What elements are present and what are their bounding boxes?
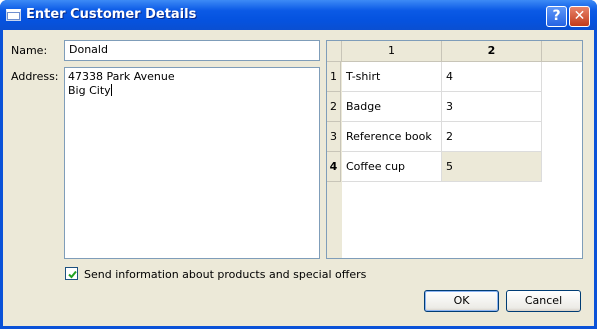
cell-item[interactable]: T-shirt [342,62,442,92]
row-header-3[interactable]: 3 [327,122,341,152]
order-table[interactable]: 1 2 1 T-shirt 4 2 Badge 3 3 Reference bo… [326,40,583,259]
cancel-button[interactable]: Cancel [506,290,581,312]
cell-qty[interactable]: 3 [442,92,542,122]
row-header-4[interactable]: 4 [327,152,341,182]
title-bar[interactable]: Enter Customer Details ? ✕ [0,0,597,30]
close-button[interactable]: ✕ [569,6,590,27]
cell-item[interactable]: Badge [342,92,442,122]
corner-button[interactable] [327,41,342,62]
checkmark-icon [68,270,77,279]
column-header-2[interactable]: 2 [442,41,542,62]
ok-button[interactable]: OK [424,290,499,312]
row-header-2[interactable]: 2 [327,92,341,122]
column-header-filler [542,41,582,62]
window-icon [6,9,21,21]
column-header-1[interactable]: 1 [342,41,442,62]
cell-qty[interactable]: 2 [442,122,542,152]
help-button[interactable]: ? [546,6,567,27]
cell-item[interactable]: Reference book [342,122,442,152]
offers-checkbox-label[interactable]: Send information about products and spec… [84,268,366,281]
offers-checkbox[interactable] [65,267,78,280]
row-header-1[interactable]: 1 [327,62,341,92]
address-line-2: Big City [68,84,111,97]
cell-qty[interactable]: 4 [442,62,542,92]
cell-qty-selected[interactable]: 5 [442,152,542,182]
name-label: Name: [11,44,48,57]
name-field[interactable]: Donald [64,40,320,61]
address-label: Address: [11,70,59,83]
cell-item[interactable]: Coffee cup [342,152,442,182]
window-title: Enter Customer Details [26,7,197,22]
text-caret [110,84,112,96]
dialog-body: Name: Donald Address: 47338 Park Avenue … [3,30,594,326]
dialog-window: Enter Customer Details ? ✕ Name: Donald … [0,0,597,329]
address-line-1: 47338 Park Avenue [68,70,175,83]
address-line-2-wrap: Big City [68,84,316,98]
address-field[interactable]: 47338 Park Avenue Big City [64,67,320,259]
